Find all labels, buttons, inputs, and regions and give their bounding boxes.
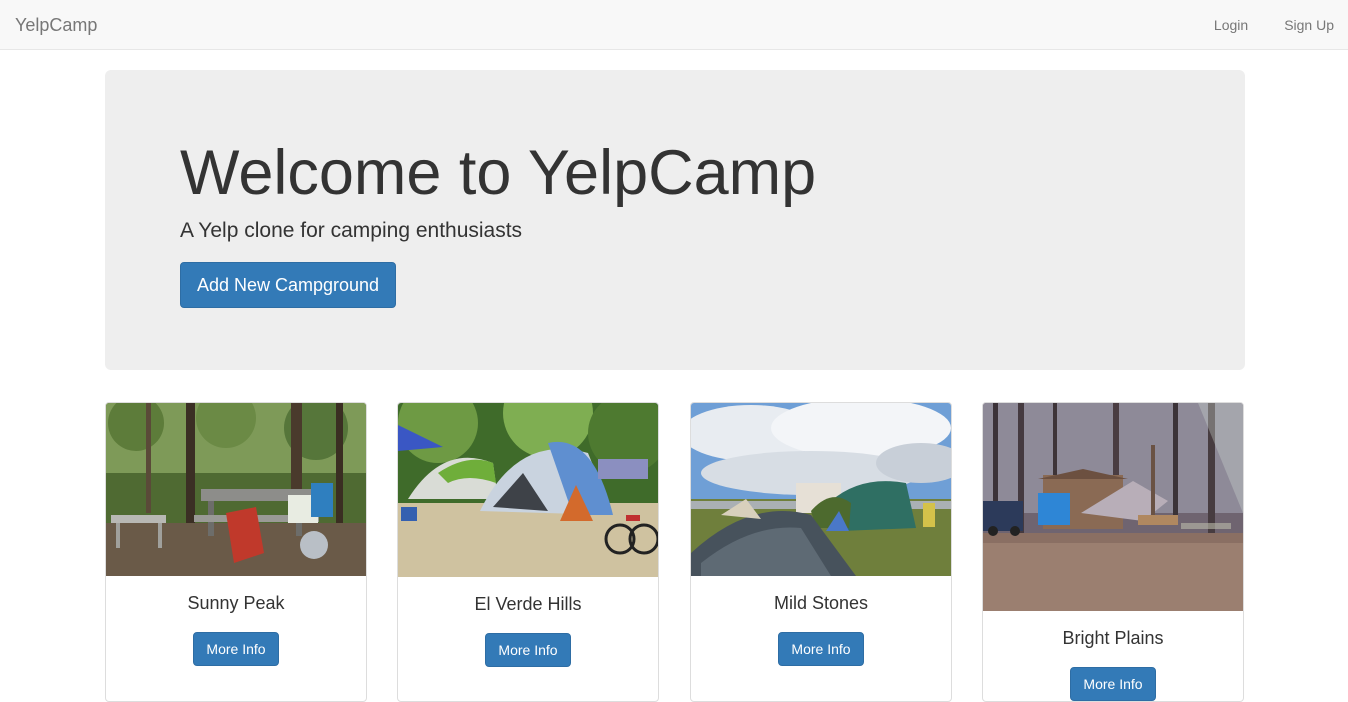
page-title: Welcome to YelpCamp — [180, 138, 817, 208]
campground-card: Bright Plains More Info — [982, 402, 1244, 702]
campground-image[interactable] — [106, 403, 366, 576]
campground-name: Sunny Peak — [187, 593, 285, 613]
campground-image[interactable] — [691, 403, 951, 576]
login-link[interactable]: Login — [1178, 16, 1248, 34]
page-subtitle: A Yelp clone for camping enthusiasts — [180, 219, 523, 242]
signup-link[interactable]: Sign Up — [1248, 16, 1334, 34]
more-info-button[interactable]: More Info — [1070, 667, 1156, 701]
navbar: YelpCamp Login Sign Up — [0, 0, 1348, 50]
more-info-button[interactable]: More Info — [778, 632, 864, 666]
campground-image[interactable] — [398, 403, 658, 577]
brand-link[interactable]: YelpCamp — [15, 15, 97, 35]
campground-name: El Verde Hills — [474, 594, 582, 614]
campground-card: El Verde Hills More Info — [397, 402, 659, 702]
campground-card: Sunny Peak More Info — [105, 402, 367, 702]
campground-image[interactable] — [983, 403, 1243, 611]
nav-right: Login Sign Up — [1178, 16, 1334, 34]
campground-name: Mild Stones — [773, 593, 869, 613]
more-info-button[interactable]: More Info — [485, 633, 571, 667]
more-info-button[interactable]: More Info — [193, 632, 279, 666]
campground-name: Bright Plains — [1062, 628, 1164, 648]
add-campground-button[interactable]: Add New Campground — [180, 262, 396, 308]
campground-card: Mild Stones More Info — [690, 402, 952, 702]
jumbotron: Welcome to YelpCamp A Yelp clone for cam… — [105, 70, 1245, 370]
